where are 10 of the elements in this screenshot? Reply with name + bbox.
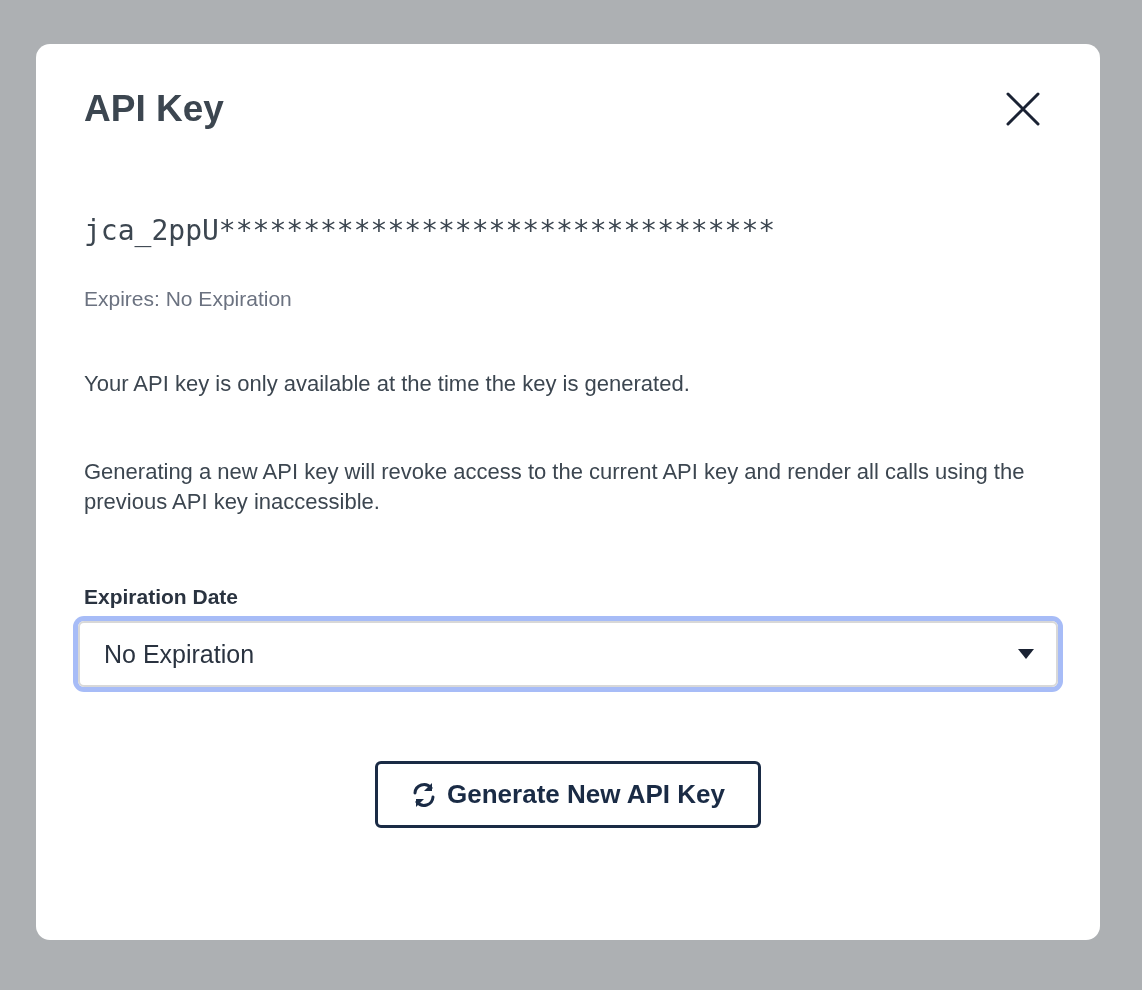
generate-button[interactable]: Generate New API Key: [375, 761, 761, 828]
dialog-title: API Key: [84, 88, 224, 130]
info-text: Your API key is only available at the time the key is generated.: [84, 370, 691, 398]
expiry-text: Expires: No Expiration: [84, 287, 293, 311]
close-icon: [1006, 92, 1040, 126]
caret-icon: [1018, 649, 1034, 659]
field-label: Expiration Date: [84, 585, 240, 609]
info-text: Generating a new API key will revoke access to the current API key and render all calls using the previous API key inaccessible.: [84, 458, 1026, 516]
close-button[interactable]: [1006, 92, 1040, 126]
api-key-text: jca_2ppU*********************************: [84, 214, 777, 247]
